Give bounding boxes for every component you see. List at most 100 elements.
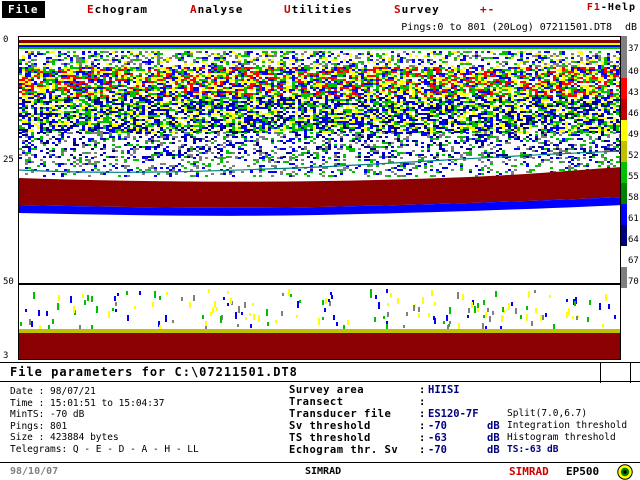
echo-cell bbox=[460, 79, 463, 81]
echo-cell bbox=[220, 97, 223, 99]
echo-cell bbox=[523, 79, 526, 81]
echo-cell bbox=[529, 103, 532, 105]
echo-cell bbox=[523, 115, 526, 117]
echo-cell bbox=[88, 119, 91, 121]
menu-utilities[interactable]: Utilities bbox=[284, 2, 353, 17]
menu-analyse[interactable]: Analyse bbox=[190, 2, 243, 17]
echo-cell bbox=[130, 89, 133, 91]
echo-cell bbox=[166, 113, 169, 115]
echo-cell bbox=[499, 105, 502, 107]
echo-cell bbox=[22, 75, 25, 77]
echo-cell bbox=[550, 87, 553, 89]
echo-cell bbox=[598, 89, 601, 91]
echo-cell bbox=[316, 95, 319, 97]
menu-file[interactable]: File bbox=[2, 1, 45, 18]
echo-cell bbox=[25, 61, 28, 63]
echo-cell bbox=[493, 105, 496, 107]
echo-cell bbox=[496, 97, 499, 99]
echo-cell bbox=[256, 111, 259, 113]
echo-cell bbox=[364, 93, 367, 95]
echo-cell bbox=[40, 81, 43, 83]
echo-cell bbox=[580, 87, 583, 89]
echo-cell bbox=[274, 55, 277, 57]
echo-cell bbox=[553, 77, 556, 79]
echo-cell bbox=[295, 93, 298, 95]
echo-cell bbox=[343, 115, 346, 117]
echo-cell bbox=[145, 105, 148, 107]
echo-cell bbox=[184, 79, 187, 81]
echo-cell bbox=[541, 113, 544, 115]
echo-cell bbox=[547, 107, 550, 109]
echo-cell bbox=[169, 69, 172, 71]
echo-cell bbox=[415, 69, 418, 71]
echo-cell bbox=[391, 67, 394, 69]
echo-cell bbox=[304, 103, 307, 105]
echo-cell bbox=[241, 73, 244, 75]
echo-cell bbox=[127, 113, 130, 115]
echo-cell bbox=[274, 93, 277, 95]
echo-cell bbox=[418, 89, 421, 91]
echo-cell bbox=[436, 97, 439, 99]
echo-cell bbox=[271, 69, 274, 71]
echo-cell bbox=[157, 55, 160, 57]
menu-echogram-label: chogram bbox=[94, 3, 148, 16]
echo-cell bbox=[577, 117, 580, 119]
echo-cell bbox=[175, 83, 178, 85]
echo-cell bbox=[367, 71, 370, 73]
echo-cell bbox=[283, 55, 286, 57]
echo-cell bbox=[439, 111, 442, 113]
menu-echogram[interactable]: Echogram bbox=[87, 2, 148, 17]
echo-cell bbox=[367, 111, 370, 113]
echo-cell bbox=[370, 55, 373, 57]
echo-cell bbox=[253, 87, 256, 89]
echogram-view[interactable] bbox=[18, 36, 621, 284]
echo-cell bbox=[226, 107, 229, 109]
echo-cell bbox=[187, 107, 190, 109]
echo-cell bbox=[340, 101, 343, 103]
echo-cell bbox=[181, 105, 184, 107]
echo-cell bbox=[184, 117, 187, 119]
echo-cell bbox=[316, 115, 319, 117]
echo-cell bbox=[544, 57, 547, 59]
echo-cell bbox=[88, 97, 91, 99]
help-hint[interactable]: F1-Help bbox=[587, 2, 636, 13]
echo-cell bbox=[415, 103, 418, 105]
echo-cell bbox=[610, 69, 613, 71]
echo-cell bbox=[295, 97, 298, 99]
echo-cell bbox=[436, 107, 439, 109]
echo-cell bbox=[46, 63, 49, 65]
echo-cell bbox=[598, 91, 601, 93]
echo-cell bbox=[82, 113, 85, 115]
echo-cell bbox=[586, 57, 589, 59]
echo-cell bbox=[130, 53, 133, 55]
echo-cell bbox=[415, 119, 418, 121]
menu-plus-minus[interactable]: +- bbox=[480, 2, 495, 17]
echo-cell bbox=[541, 97, 544, 99]
echo-cell bbox=[541, 111, 544, 113]
echo-cell bbox=[67, 91, 70, 93]
echo-cell bbox=[346, 107, 349, 109]
echo-cell bbox=[457, 77, 460, 79]
echo-cell bbox=[262, 51, 265, 53]
echo-cell bbox=[490, 99, 493, 101]
echo-cell bbox=[337, 95, 340, 97]
echo-cell bbox=[271, 81, 274, 83]
echo-cell bbox=[580, 115, 583, 117]
echo-cell bbox=[487, 83, 490, 85]
menu-survey[interactable]: Survey bbox=[394, 2, 440, 17]
echo-cell bbox=[364, 117, 367, 119]
echo-cell bbox=[346, 97, 349, 99]
echo-cell bbox=[331, 99, 334, 101]
echo-cell bbox=[169, 57, 172, 59]
echo-cell bbox=[256, 65, 259, 67]
echo-cell bbox=[514, 63, 517, 65]
echo-cell bbox=[406, 53, 409, 55]
echo-cell bbox=[454, 93, 457, 95]
echo-cell bbox=[253, 73, 256, 75]
echo-cell bbox=[373, 83, 376, 85]
echo-cell bbox=[271, 97, 274, 99]
echo-cell bbox=[229, 89, 232, 91]
echo-cell bbox=[205, 119, 208, 121]
echo-cell bbox=[187, 51, 190, 53]
echo-cell bbox=[85, 105, 88, 107]
